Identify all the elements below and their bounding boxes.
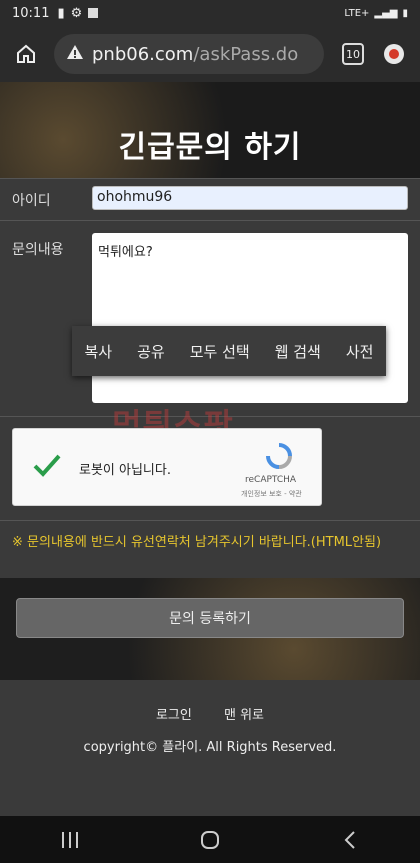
back-to-top-link[interactable]: 맨 위로	[224, 708, 264, 723]
warning-icon	[66, 44, 84, 65]
footer: 로그인 맨 위로 copyright© 플라이. All Rights Rese…	[0, 680, 420, 816]
hero-banner: 긴급문의 하기	[0, 82, 420, 178]
recaptcha-logo-icon	[266, 443, 292, 469]
text-context-menu: 복사 공유 모두 선택 웹 검색 사전	[72, 326, 386, 376]
system-nav-bar	[0, 816, 420, 863]
tab-switcher-button[interactable]: 10	[342, 43, 364, 65]
recent-apps-icon	[62, 831, 78, 848]
recent-apps-button[interactable]	[50, 825, 90, 855]
id-input[interactable]: ohohmu96	[92, 186, 408, 210]
browser-menu-button[interactable]	[384, 44, 404, 64]
content-label: 문의내용	[12, 242, 64, 258]
network-type-label: LTE+	[344, 7, 370, 19]
back-arrow-icon	[344, 830, 355, 849]
context-copy[interactable]: 복사	[85, 341, 113, 362]
context-dictionary[interactable]: 사전	[346, 341, 374, 362]
notice-text: ※ 문의내용에 반드시 유선연락처 남겨주시기 바랍니다.(HTML안됨)	[12, 535, 382, 550]
recaptcha-brand: reCAPTCHA	[245, 475, 297, 485]
notification-icon: ▮	[57, 5, 65, 21]
url-bar[interactable]: pnb06.com/askPass.do	[54, 34, 324, 74]
login-link[interactable]: 로그인	[156, 708, 192, 723]
id-row: 아이디 ohohmu96	[0, 178, 420, 218]
settings-gear-icon: ⚙	[70, 5, 83, 21]
status-time: 10:11	[12, 5, 50, 21]
recaptcha-label: 로봇이 아닙니다.	[79, 463, 171, 478]
update-badge-icon	[389, 49, 399, 59]
recaptcha-widget: 로봇이 아닙니다. reCAPTCHA 개인정보 보호 - 약관	[12, 428, 322, 506]
signal-icon: ▂▄▆	[374, 7, 398, 19]
page-title: 긴급문의 하기	[118, 130, 302, 165]
context-share[interactable]: 공유	[137, 341, 165, 362]
recaptcha-privacy-link[interactable]: 개인정보 보호 - 약관	[241, 489, 302, 499]
submit-button[interactable]: 문의 등록하기	[16, 598, 404, 638]
id-label: 아이디	[12, 193, 51, 209]
context-web-search[interactable]: 웹 검색	[275, 341, 321, 362]
battery-icon: ▮	[402, 7, 408, 19]
copyright-text: copyright© 플라이. All Rights Reserved.	[83, 740, 337, 755]
checkmark-icon[interactable]	[31, 449, 63, 481]
url-path: /askPass.do	[193, 43, 299, 65]
context-select-all[interactable]: 모두 선택	[190, 341, 250, 362]
browser-toolbar: pnb06.com/askPass.do 10	[0, 26, 420, 82]
home-button[interactable]	[10, 38, 42, 70]
content-row: 문의내용 먹튀에요?	[0, 220, 420, 416]
home-circle-icon	[201, 830, 219, 849]
url-host: pnb06.com	[92, 43, 194, 65]
page-content: 긴급문의 하기 아이디 ohohmu96 문의내용 먹튀에요? 복사 공유 모두…	[0, 82, 420, 816]
content-textarea[interactable]: 먹튀에요?	[92, 233, 408, 403]
app-notification-icon	[88, 8, 99, 18]
home-icon	[17, 44, 35, 63]
submit-area: 문의 등록하기	[0, 578, 420, 680]
home-nav-button[interactable]	[190, 825, 230, 855]
back-button[interactable]	[330, 825, 370, 855]
status-bar: 10:11 ▮ ⚙ LTE+ ▂▄▆ ▮	[0, 0, 420, 26]
